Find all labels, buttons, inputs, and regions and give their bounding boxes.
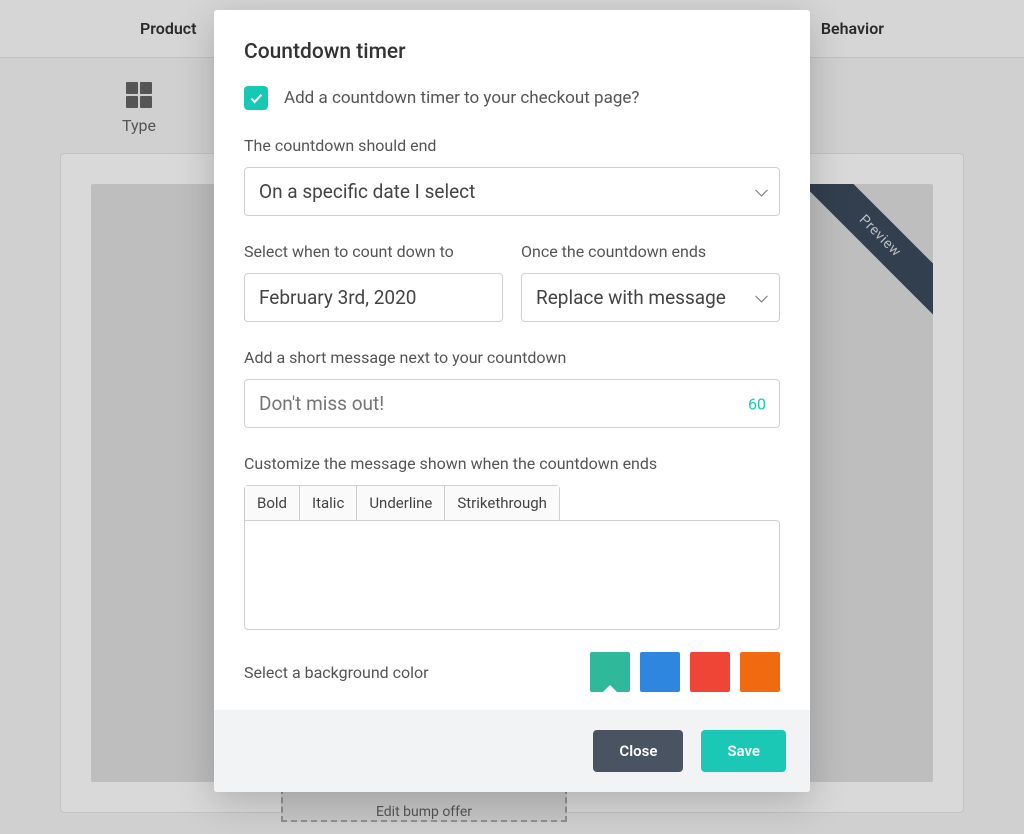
countdown-date-input[interactable] <box>244 273 503 322</box>
richtext-toolbar: Bold Italic Underline Strikethrough <box>244 485 560 520</box>
swatch-blue[interactable] <box>640 652 680 692</box>
swatch-red[interactable] <box>690 652 730 692</box>
close-button[interactable]: Close <box>593 730 683 772</box>
color-swatches <box>590 652 780 692</box>
save-button[interactable]: Save <box>701 730 786 772</box>
modal-footer: Close Save <box>214 710 810 792</box>
customize-message-label: Customize the message shown when the cou… <box>244 454 780 473</box>
background-color-label: Select a background color <box>244 663 429 682</box>
add-countdown-label: Add a countdown timer to your checkout p… <box>284 88 639 108</box>
short-message-label: Add a short message next to your countdo… <box>244 348 780 367</box>
bold-button[interactable]: Bold <box>245 486 300 520</box>
swatch-teal[interactable] <box>590 652 630 692</box>
countdown-after-select[interactable]: Replace with message <box>521 273 780 322</box>
swatch-orange[interactable] <box>740 652 780 692</box>
countdown-after-label: Once the countdown ends <box>521 242 780 261</box>
italic-button[interactable]: Italic <box>300 486 357 520</box>
strikethrough-button[interactable]: Strikethrough <box>445 486 559 520</box>
short-message-input[interactable] <box>244 379 780 428</box>
check-icon <box>248 90 264 106</box>
message-char-counter: 60 <box>748 394 766 413</box>
countdown-timer-modal: Countdown timer Add a countdown timer to… <box>214 10 810 792</box>
richtext-editor[interactable] <box>244 520 780 630</box>
modal-title: Countdown timer <box>244 40 780 64</box>
countdown-end-select[interactable]: On a specific date I select <box>244 167 780 216</box>
countdown-date-label: Select when to count down to <box>244 242 503 261</box>
underline-button[interactable]: Underline <box>357 486 445 520</box>
add-countdown-checkbox[interactable] <box>244 86 268 110</box>
countdown-end-label: The countdown should end <box>244 136 780 155</box>
